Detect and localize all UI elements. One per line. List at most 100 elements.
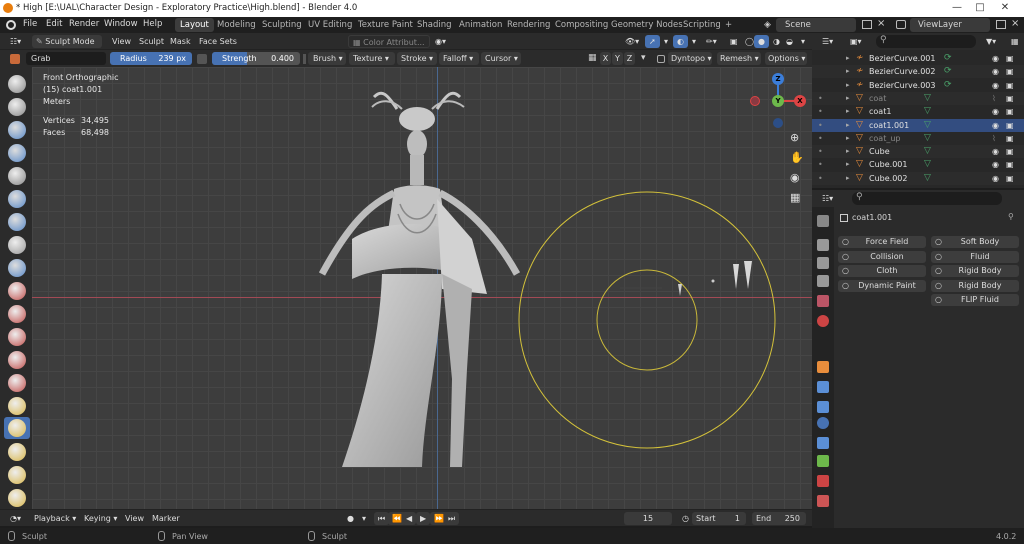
play-icon[interactable]: ▶ xyxy=(416,512,431,525)
elastic-deform-brush-icon[interactable] xyxy=(8,443,26,461)
vis-dot-icon[interactable]: • xyxy=(818,92,823,105)
collision-button[interactable]: ○ Collision xyxy=(838,250,926,263)
color-attribute-selector[interactable]: ▦ Color Attribut... xyxy=(348,35,430,48)
visible-eye-icon[interactable]: ◉ xyxy=(992,172,999,185)
scene-copy-icon[interactable] xyxy=(862,20,872,29)
lock-icon[interactable]: ▾ xyxy=(641,53,646,63)
outliner-display-mode-icon[interactable]: ▣▾ xyxy=(846,35,866,48)
grab-brush-icon[interactable] xyxy=(8,419,26,437)
tab-scripting[interactable]: Scripting xyxy=(678,18,726,32)
cloth-button[interactable]: ○ Cloth xyxy=(838,265,926,277)
inflate-brush-icon[interactable] xyxy=(8,213,26,231)
visible-eye-icon[interactable]: ◉ xyxy=(992,65,999,78)
menu-mask[interactable]: Mask xyxy=(166,35,195,48)
tab-compositing[interactable]: Compositing xyxy=(550,18,613,32)
tab-layout[interactable]: Layout xyxy=(175,18,214,32)
properties-search-input[interactable]: ⚲ xyxy=(852,192,1002,205)
tab-texture-paint[interactable]: Texture Paint xyxy=(353,18,418,32)
draw-sharp-brush-icon[interactable] xyxy=(8,98,26,116)
fill-brush-icon[interactable] xyxy=(8,328,26,346)
timeline-view-menu[interactable]: View xyxy=(121,512,148,525)
expand-arrow-icon[interactable]: ▸ xyxy=(846,172,850,185)
playback-menu[interactable]: Playback ▾ xyxy=(30,512,80,525)
visible-eye-icon[interactable]: ◉ xyxy=(992,79,999,92)
gizmo-x-icon[interactable]: X xyxy=(794,95,806,107)
filter-icon[interactable]: ▼▾ xyxy=(982,35,1000,48)
visible-eye-icon[interactable]: ◉ xyxy=(992,145,999,158)
view-layer-tab-icon[interactable] xyxy=(817,275,829,287)
visible-eye-icon[interactable]: ◉ xyxy=(992,105,999,118)
start-frame-field[interactable]: Start 1 xyxy=(692,512,746,525)
menu-edit[interactable]: Edit xyxy=(46,19,62,29)
rigid-body-button[interactable]: ○ Rigid Body xyxy=(931,265,1019,277)
tab-uv-editing[interactable]: UV Editing xyxy=(303,18,357,32)
cursor-menu[interactable]: Cursor ▾ xyxy=(481,52,521,65)
maximize-icon[interactable]: □ xyxy=(973,2,987,13)
brush-name[interactable]: Grab xyxy=(26,52,106,65)
zoom-icon[interactable]: ⊕ xyxy=(790,131,799,144)
constraints-tab-icon[interactable] xyxy=(817,437,829,449)
output-tab-icon[interactable] xyxy=(817,257,829,269)
snake-hook-brush-icon[interactable] xyxy=(8,466,26,484)
mode-selector[interactable]: ✎ Sculpt Mode ▾ xyxy=(32,35,102,59)
remesh-menu[interactable]: Remesh ▾ xyxy=(717,52,761,65)
visible-eye-icon[interactable]: ◉ xyxy=(992,52,999,65)
visibility-icon[interactable]: 👁▾ xyxy=(621,35,643,48)
material-tab-icon[interactable] xyxy=(817,475,829,487)
menu-window[interactable]: Window xyxy=(104,19,138,29)
expand-arrow-icon[interactable]: ▸ xyxy=(846,132,850,145)
hidden-eye-icon[interactable]: ⌇ xyxy=(992,92,996,105)
vis-dot-icon[interactable]: • xyxy=(818,158,823,171)
toggle-xray-icon[interactable]: ▣ xyxy=(726,35,742,48)
menu-view[interactable]: View xyxy=(108,35,135,48)
dyntopo-menu[interactable]: Dyntopo ▾ xyxy=(668,52,712,65)
strength-pressure-icon[interactable] xyxy=(303,54,306,64)
dynamic-paint-button[interactable]: ○ Dynamic Paint xyxy=(838,279,926,292)
outliner-row[interactable]: ▸ ≁ BezierCurve.002 ⟳ ◉ ▣ xyxy=(812,65,1024,79)
scene-remove-icon[interactable]: × xyxy=(877,18,885,29)
symmetry-x-toggle[interactable]: X xyxy=(600,52,611,65)
add-workspace-button[interactable]: + xyxy=(720,18,737,32)
scrape-brush-icon[interactable] xyxy=(8,351,26,369)
outliner-row[interactable]: • ▸ ▽ coat ▽ ⌇ ▣ xyxy=(812,91,1024,105)
world-tab-icon[interactable] xyxy=(817,315,829,327)
modifiers-tab-icon[interactable] xyxy=(817,381,829,393)
vis-dot-icon[interactable]: • xyxy=(818,172,823,185)
gizmo-neg-z-icon[interactable] xyxy=(773,118,783,128)
flip-fluid-button[interactable]: ○ FLIP Fluid xyxy=(931,294,1019,306)
shading-menu-icon[interactable]: ▾ xyxy=(797,35,809,48)
jump-end-icon[interactable]: ⏭ xyxy=(444,512,460,525)
blob-brush-icon[interactable] xyxy=(8,236,26,254)
falloff-menu[interactable]: Falloff ▾ xyxy=(439,52,479,65)
render-camera-icon[interactable]: ▣ xyxy=(1006,92,1014,105)
data-tab-icon[interactable] xyxy=(817,455,829,467)
gizmo-z-icon[interactable]: Z xyxy=(772,73,784,85)
outliner-search-input[interactable]: ⚲ xyxy=(876,35,976,48)
jump-start-icon[interactable]: ⏮ xyxy=(374,512,390,525)
outliner-row[interactable]: ▸ ≁ BezierCurve.003 ⟳ ◉ ▣ xyxy=(812,79,1024,92)
new-collection-icon[interactable]: ▦ xyxy=(1007,35,1023,48)
tab-geometry-nodes[interactable]: Geometry Nodes xyxy=(606,18,688,32)
fluid-button[interactable]: ○ Fluid xyxy=(931,250,1019,263)
close-icon[interactable]: ✕ xyxy=(998,2,1012,13)
outliner-row[interactable]: • ▸ ▽ Cube ▽ ◉ ▣ xyxy=(812,145,1024,159)
gizmo-y-icon[interactable]: Y xyxy=(772,95,784,107)
tool-tab-icon[interactable] xyxy=(817,215,829,227)
thumb-brush-icon[interactable] xyxy=(8,489,26,507)
crease-brush-icon[interactable] xyxy=(8,259,26,277)
texture-menu[interactable]: Texture ▾ xyxy=(349,52,395,65)
navigation-gizmo[interactable]: Z X Y xyxy=(750,73,806,129)
render-camera-icon[interactable]: ▣ xyxy=(1006,52,1014,65)
3d-viewport[interactable]: Front Orthographic (15) coat1.001 Meters… xyxy=(32,67,812,509)
current-frame-field[interactable]: 15 xyxy=(624,512,672,525)
gizmo-neg-x-icon[interactable] xyxy=(750,96,760,106)
pin-icon[interactable]: ⚲ xyxy=(1008,212,1014,221)
stroke-menu[interactable]: Stroke ▾ xyxy=(397,52,437,65)
tab-shading[interactable]: Shading xyxy=(412,18,457,32)
menu-sculpt[interactable]: Sculpt xyxy=(135,35,168,48)
view-layer-remove-icon[interactable]: × xyxy=(1011,18,1019,29)
color-attr-browse-icon[interactable]: ◉▾ xyxy=(431,35,450,48)
clay-thumb-brush-icon[interactable] xyxy=(8,167,26,185)
gizmo-menu-icon[interactable]: ▾ xyxy=(660,35,672,48)
end-frame-field[interactable]: End 250 xyxy=(752,512,806,525)
